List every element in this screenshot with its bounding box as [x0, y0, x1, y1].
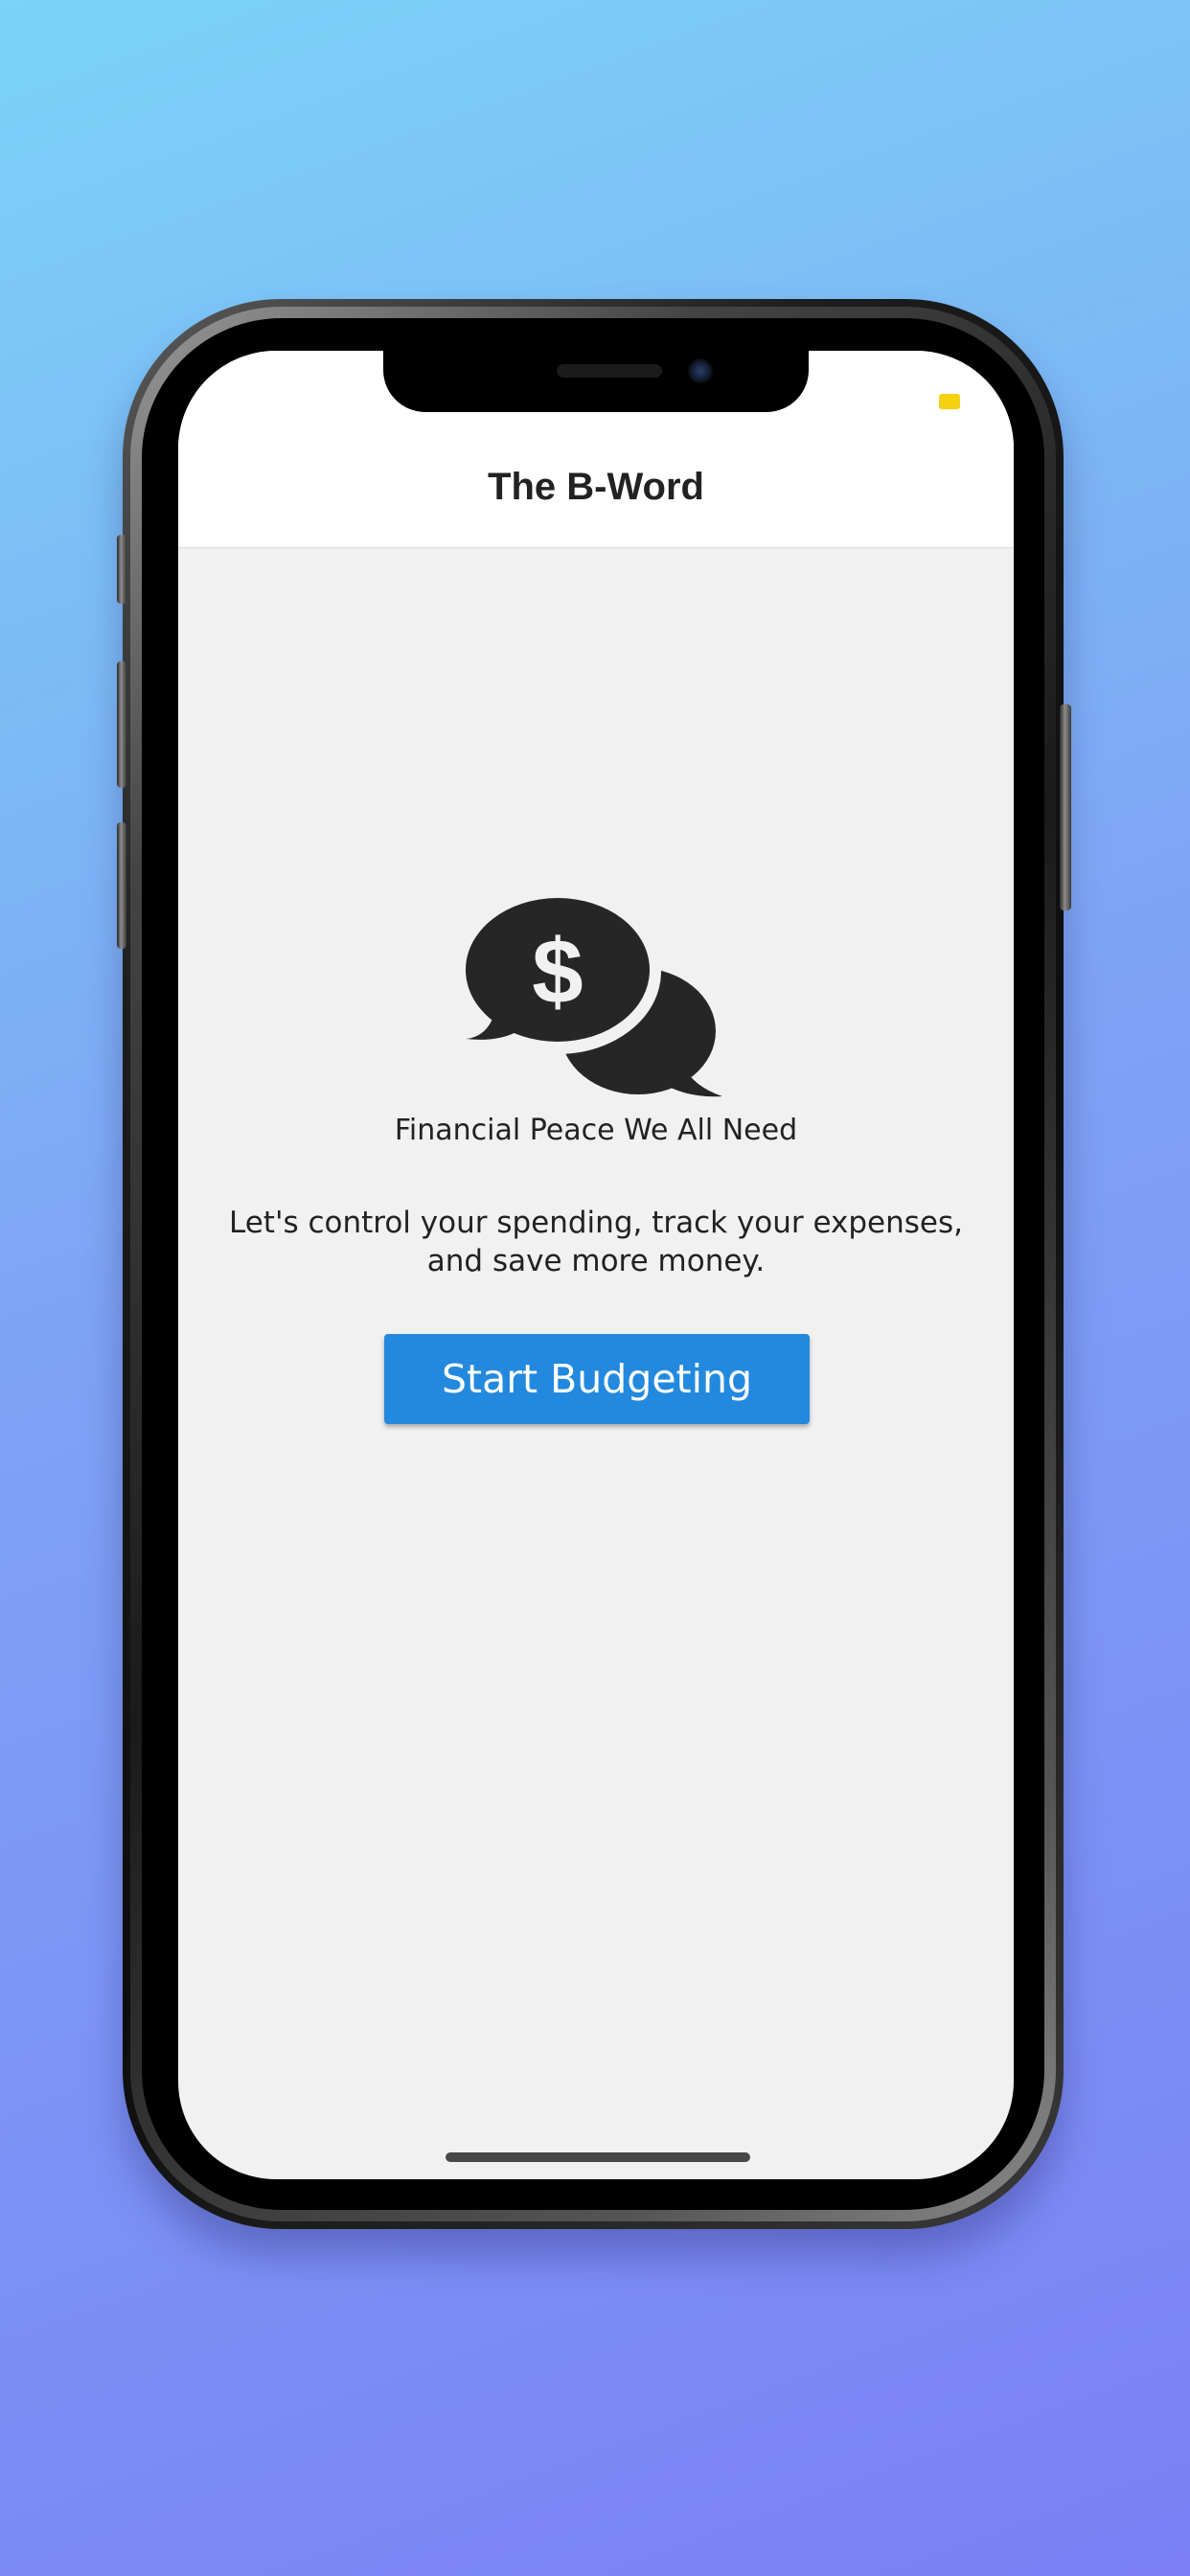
- volume-down-button: [117, 822, 126, 949]
- chat-bubbles-dollar-icon: $: [466, 897, 722, 1097]
- page-title: The B-Word: [488, 466, 704, 508]
- intro-description: Let's control your spending, track your …: [228, 1206, 964, 1278]
- tagline: Financial Peace We All Need: [394, 1114, 798, 1147]
- speaker-grille: [557, 364, 662, 378]
- app-screen: The B-Word $ Financial Peace We All Need…: [178, 351, 1014, 2179]
- front-camera: [688, 358, 713, 383]
- navigation-header: The B-Word: [178, 437, 1014, 548]
- welcome-content: $ Financial Peace We All Need Let's cont…: [178, 548, 1014, 2179]
- power-button: [1060, 704, 1071, 910]
- home-indicator[interactable]: [446, 2152, 750, 2162]
- battery-icon: [939, 394, 960, 409]
- silent-switch: [117, 535, 126, 604]
- volume-up-button: [117, 661, 126, 788]
- notch: [383, 351, 809, 412]
- dollar-sign: $: [532, 921, 583, 1024]
- start-budgeting-button[interactable]: Start Budgeting: [384, 1334, 810, 1424]
